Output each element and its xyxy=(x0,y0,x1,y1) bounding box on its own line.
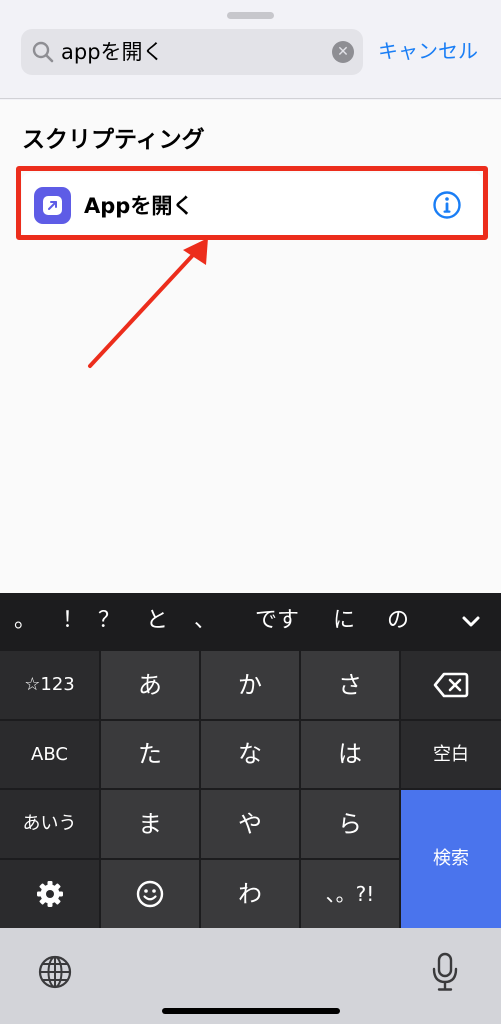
suggestion-candidate[interactable]: ！ xyxy=(62,607,84,635)
key-ta[interactable]: た xyxy=(101,721,199,788)
key-ra[interactable]: ら xyxy=(301,790,399,858)
suggestion-candidate[interactable]: ？ xyxy=(98,607,120,635)
search-input[interactable]: appを開く xyxy=(61,39,164,65)
globe-icon[interactable] xyxy=(37,954,73,990)
key-ha[interactable]: は xyxy=(301,721,399,788)
key-punctuation[interactable]: 、。?! xyxy=(301,860,399,928)
key-ya[interactable]: や xyxy=(201,790,299,858)
section-title: スクリプティング xyxy=(22,127,205,153)
key-ka[interactable]: か xyxy=(201,651,299,719)
suggestion-candidate[interactable]: の xyxy=(387,607,409,635)
suggestion-candidate[interactable]: 。 xyxy=(14,607,36,635)
emoji-key[interactable] xyxy=(101,860,199,928)
key-a[interactable]: あ xyxy=(101,651,199,719)
gear-icon xyxy=(37,881,63,907)
key-wa[interactable]: わ xyxy=(201,860,299,928)
key-numbers[interactable]: ☆123 xyxy=(0,651,99,719)
sheet-grabber[interactable] xyxy=(227,12,274,19)
key-sa[interactable]: さ xyxy=(301,651,399,719)
chevron-down-icon[interactable] xyxy=(460,610,482,632)
emoji-icon xyxy=(136,880,164,908)
suggestion-bar: 。 ！ ？ と 、 です に の xyxy=(0,593,501,651)
key-ma[interactable]: ま xyxy=(101,790,199,858)
search-key[interactable]: 検索 xyxy=(401,790,501,928)
kana-keyboard: ☆123 あ か さ ABC た な は 空白 あいう ま や ら 検索 わ 、… xyxy=(0,651,501,928)
suggestion-candidate[interactable]: と xyxy=(146,607,168,635)
shortcuts-action-sheet: appを開く ✕ キャンセル スクリプティング Appを開く xyxy=(0,0,501,593)
cancel-button[interactable]: キャンセル xyxy=(378,38,478,64)
search-header: appを開く ✕ キャンセル xyxy=(0,0,501,99)
space-key[interactable]: 空白 xyxy=(401,721,501,788)
delete-key[interactable] xyxy=(401,651,501,719)
microphone-icon[interactable] xyxy=(430,952,460,992)
suggestion-candidate[interactable]: 、 xyxy=(194,607,216,635)
key-abc[interactable]: ABC xyxy=(0,721,99,788)
delete-icon xyxy=(433,672,469,698)
suggestion-candidate[interactable]: です xyxy=(255,607,299,635)
keyboard-bottom-bar xyxy=(0,928,501,1024)
clear-icon[interactable]: ✕ xyxy=(332,41,354,63)
home-indicator xyxy=(162,1008,340,1014)
highlight-box xyxy=(16,166,488,240)
settings-key[interactable] xyxy=(0,860,99,928)
key-kana-mode[interactable]: あいう xyxy=(0,790,99,858)
key-na[interactable]: な xyxy=(201,721,299,788)
suggestion-candidate[interactable]: に xyxy=(333,607,355,635)
search-field[interactable]: appを開く ✕ xyxy=(21,29,363,75)
search-icon xyxy=(32,41,54,63)
